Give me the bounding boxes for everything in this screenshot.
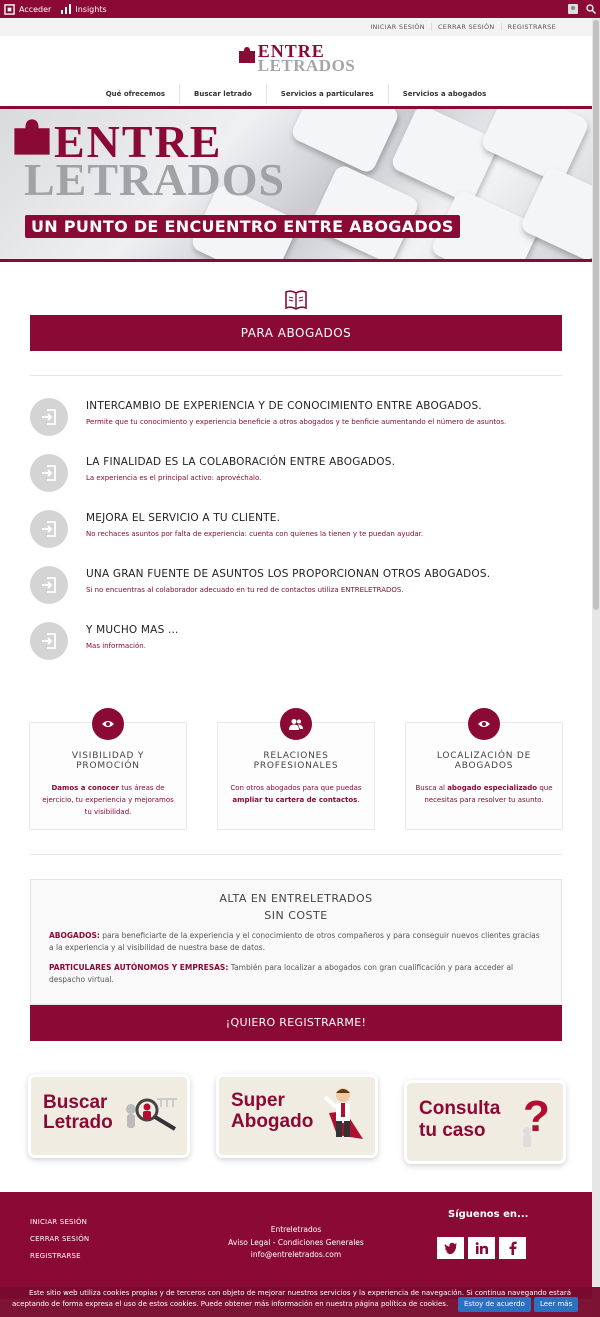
feature-title: LA FINALIDAD ES LA COLABORACIÓN ENTRE AB… xyxy=(86,456,396,468)
banner-links: Buscar Letrado Super Abogado Consulta tu… xyxy=(0,1077,592,1177)
card-title: LOCALIZACIÓN DE xyxy=(436,751,532,761)
magnifier-person-icon xyxy=(126,1098,177,1131)
feature-title: UNA GRAN FUENTE DE ASUNTOS LOS PROPORCIO… xyxy=(86,568,491,580)
users-icon xyxy=(280,708,312,740)
eye-icon xyxy=(468,708,500,740)
enter-icon xyxy=(30,622,68,660)
service-cards: VISIBILIDAD Y PROMOCIÓN Damos a conocer t… xyxy=(0,708,592,830)
search-icon[interactable] xyxy=(586,4,596,14)
feature-title: INTERCAMBIO DE EXPERIENCIA Y DE CONOCIMI… xyxy=(86,400,482,412)
logo-line2: LETRADOS xyxy=(257,56,356,76)
card-localizacion: LOCALIZACIÓN DE ABOGADOS Busca al abogado… xyxy=(405,708,563,830)
book-icon-wrap xyxy=(0,289,592,315)
bar-chart-icon xyxy=(61,4,72,14)
register-now-button[interactable]: ¡QUIERO REGISTRARME! xyxy=(30,1005,562,1041)
avatar-icon[interactable] xyxy=(568,4,578,14)
card-title: PROFESIONALES xyxy=(253,761,339,772)
cookie-accept-button[interactable]: Estoy de acuerdo xyxy=(458,1297,531,1312)
super-abogado-banner[interactable]: Super Abogado xyxy=(219,1077,375,1155)
banner-line2: tu caso xyxy=(419,1120,486,1141)
buscar-letrado-banner[interactable]: Buscar Letrado xyxy=(31,1077,187,1155)
enter-icon xyxy=(30,398,68,436)
register-link[interactable]: REGISTRARSE xyxy=(500,23,562,31)
scrollbar-thumb[interactable] xyxy=(593,20,599,610)
top-links-bar: INICIAR SESIÓN CERRAR SESIÓN REGISTRARSE xyxy=(0,18,592,36)
hero-tagline: UN PUNTO DE ENCUENTRO ENTRE ABOGADOS xyxy=(25,215,460,238)
acceder-link[interactable]: Acceder xyxy=(4,3,52,15)
feature-desc: La experiencia es el principal activo: a… xyxy=(86,474,262,482)
feature-title: MEJORA EL SERVICIO A TU CLIENTE. xyxy=(86,512,281,524)
hero-banner: ENTRE LETRADOS UN PUNTO DE ENCUENTRO ENT… xyxy=(0,106,592,262)
feature-title: Y MUCHO MAS ... xyxy=(86,624,179,636)
banner-line1: Buscar xyxy=(43,1092,108,1113)
follow-us-heading: Síguenos en... xyxy=(448,1209,529,1220)
book-icon xyxy=(285,290,307,310)
list-item: UNA GRAN FUENTE DE ASUNTOS LOS PROPORCIO… xyxy=(30,566,562,622)
card-desc: Con otros abogados para que puedas ampli… xyxy=(230,783,362,804)
card-desc: Damos a conocer tus áreas de ejercicio, … xyxy=(42,783,174,817)
footer-company: Entreletrados xyxy=(270,1225,322,1234)
feature-desc: Permite que tu conocimiento y experienci… xyxy=(86,418,507,426)
nav-que-ofrecemos[interactable]: Qué ofrecemos xyxy=(92,84,181,104)
alta-panel: ALTA EN ENTRELETRADOS SIN COSTE ABOGADOS… xyxy=(30,879,562,1005)
login-icon xyxy=(4,3,15,15)
feature-desc: Si no encuentras al colaborador adecuado… xyxy=(86,586,404,594)
insights-link[interactable]: Insights xyxy=(61,4,107,14)
para-abogados-button[interactable]: PARA ABOGADOS xyxy=(30,315,562,351)
twitter-icon[interactable] xyxy=(437,1237,464,1259)
alta-particulares-text: PARTICULARES AUTÓNOMOS Y EMPRESAS: Tambi… xyxy=(49,963,514,984)
list-item: LA FINALIDAD ES LA COLABORACIÓN ENTRE AB… xyxy=(30,454,562,510)
alta-title: ALTA EN ENTRELETRADOS xyxy=(219,892,373,905)
puzzle-piece-icon xyxy=(238,47,255,63)
hero-title-line2: LETRADOS xyxy=(24,154,286,205)
scrollbar[interactable] xyxy=(592,18,600,1317)
nav-servicios-particulares[interactable]: Servicios a particulares xyxy=(267,84,389,104)
alta-subtitle: SIN COSTE xyxy=(264,909,328,922)
banner-line1: Super xyxy=(231,1090,285,1111)
login-link[interactable]: INICIAR SESIÓN xyxy=(364,23,431,31)
linkedin-icon[interactable] xyxy=(468,1237,495,1259)
card-title: RELACIONES xyxy=(263,751,329,761)
card-visibilidad: VISIBILIDAD Y PROMOCIÓN Damos a conocer t… xyxy=(29,708,187,830)
footer: INICIAR SESIÓN CERRAR SESIÓN REGISTRARSE… xyxy=(0,1192,592,1299)
feature-desc: No rechaces asuntos por falta de experie… xyxy=(86,530,424,538)
cookie-notice: Este sitio web utiliza cookies propias y… xyxy=(0,1287,600,1317)
site-logo[interactable]: ENTRE LETRADOS xyxy=(0,36,592,82)
mas-informacion-link[interactable]: Mas información. xyxy=(86,642,179,650)
banner-line2: Abogado xyxy=(231,1111,314,1132)
facebook-icon[interactable] xyxy=(499,1237,526,1259)
cookie-more-button[interactable]: Leer más xyxy=(534,1297,579,1312)
nav-buscar-letrado[interactable]: Buscar letrado xyxy=(180,84,267,104)
question-person-icon: ? xyxy=(523,1092,550,1147)
eye-icon xyxy=(92,708,124,740)
enter-icon xyxy=(30,510,68,548)
page: INICIAR SESIÓN CERRAR SESIÓN REGISTRARSE… xyxy=(0,18,592,1317)
card-desc: Busca al abogado especializado que neces… xyxy=(415,783,553,804)
card-title: ABOGADOS xyxy=(454,761,514,772)
superhero-lawyer-icon xyxy=(323,1088,363,1139)
banner-line2: Letrado xyxy=(43,1112,113,1133)
insights-label: Insights xyxy=(75,4,107,14)
list-item: MEJORA EL SERVICIO A TU CLIENTE. No recha… xyxy=(30,510,562,566)
enter-icon xyxy=(30,454,68,492)
alta-abogados-text: ABOGADOS: para beneficiarte de la experi… xyxy=(49,931,540,952)
features-list: INTERCAMBIO DE EXPERIENCIA Y DE CONOCIMI… xyxy=(0,376,592,678)
list-item: INTERCAMBIO DE EXPERIENCIA Y DE CONOCIMI… xyxy=(30,398,562,454)
acceder-label: Acceder xyxy=(19,4,52,14)
admin-bar: Acceder Insights xyxy=(0,0,600,18)
card-title: VISIBILIDAD Y xyxy=(71,751,145,761)
card-title: PROMOCIÓN xyxy=(76,761,140,772)
logout-link[interactable]: CERRAR SESIÓN xyxy=(430,23,501,31)
consulta-caso-banner[interactable]: Consulta tu caso ? xyxy=(407,1083,563,1161)
nav-servicios-abogados[interactable]: Servicios a abogados xyxy=(389,84,501,104)
list-item: Y MUCHO MAS ... Mas información. xyxy=(30,622,562,678)
card-relaciones: RELACIONES PROFESIONALES Con otros abogad… xyxy=(217,708,375,830)
main-nav: Qué ofrecemos Buscar letrado Servicios a… xyxy=(0,82,592,106)
banner-line1: Consulta xyxy=(419,1098,501,1119)
enter-icon xyxy=(30,566,68,604)
